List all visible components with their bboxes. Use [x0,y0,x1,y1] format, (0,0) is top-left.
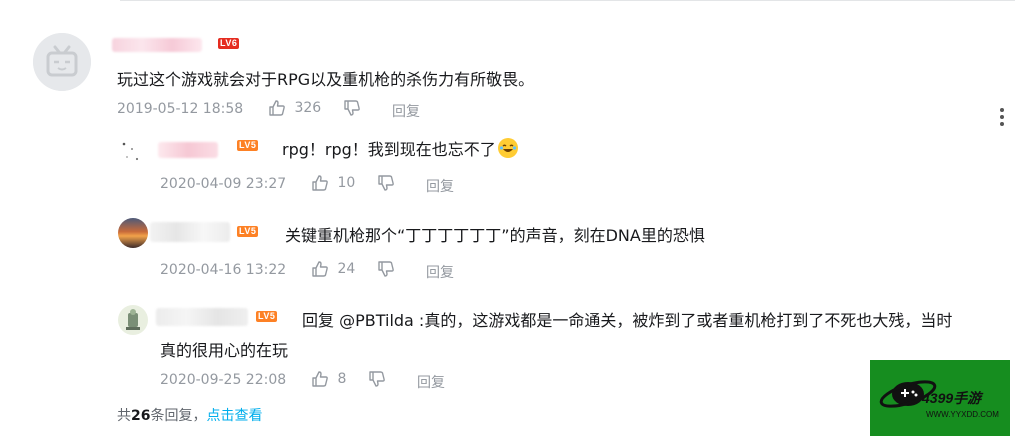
comment-text: 玩过这个游戏就会对于RPG以及重机枪的杀伤力有所敬畏。 [117,70,535,89]
thumbs-down-icon [378,175,394,191]
reply-text-line2: 真的很用心的在玩 [160,341,289,360]
reply-avatar[interactable] [118,305,148,335]
reply-username[interactable] [158,142,218,158]
thumbs-down-icon [369,371,385,387]
reply-count-footer: 共26条回复，点击查看 [117,408,263,424]
level-badge: LV5 [256,311,278,322]
avatar[interactable] [33,33,91,91]
more-options-icon[interactable] [999,108,1005,128]
reply-text-line1: 回复 @PBTilda :真的，这游戏都是一命通关，被炸到了或者重机枪打到了不死… [302,311,953,330]
reply-count: 26 [131,408,151,424]
like-count: 24 [337,261,356,277]
dislike-button[interactable] [377,174,395,192]
reply-date: 2020-04-16 13:22 [160,262,287,278]
like-count: 326 [294,100,322,116]
reply-date: 2020-04-09 23:27 [160,176,287,192]
top-divider [120,0,1015,1]
reply-text: 关键重机枪那个“丁丁丁丁丁丁”的声音，刻在DNA里的恐惧 [285,226,705,245]
like-count: 10 [337,175,356,191]
thumbs-up-icon [269,100,285,116]
like-button[interactable]: 10 [311,174,355,192]
like-button[interactable]: 8 [311,370,346,388]
reply-username[interactable] [156,308,248,326]
reply-button[interactable]: 回复 [426,176,454,196]
watermark-url: WWW.YYXDD.COM [926,410,999,419]
username[interactable] [112,38,202,52]
view-replies-link[interactable]: 点击查看 [206,408,262,424]
comment-meta: 2019-05-12 18:58 [117,101,243,121]
thumbs-up-icon [312,261,328,277]
reply-button[interactable]: 回复 [392,101,420,121]
reply-avatar[interactable] [118,135,148,165]
reply-button[interactable]: 回复 [417,372,445,392]
level-badge: LV5 [237,226,259,237]
reply-username[interactable] [150,222,230,242]
reply-avatar[interactable] [118,218,148,248]
reply-button[interactable]: 回复 [426,262,454,282]
watermark-logo: 4399手游 WWW.YYXDD.COM [870,360,1010,436]
level-badge: LV5 [237,140,259,151]
level-badge: LV6 [218,38,240,49]
reply-text: rpg！rpg！我到现在也忘不了 [282,136,518,160]
like-button[interactable]: 24 [311,260,355,278]
thumbs-down-icon [378,261,394,277]
comment-date: 2019-05-12 18:58 [117,101,244,117]
dislike-button[interactable] [368,370,386,388]
tv-mascot-icon [33,33,91,91]
thumbs-up-icon [312,175,328,191]
like-count: 8 [337,371,347,387]
like-button[interactable]: 326 [268,99,321,117]
watermark-brand: 4399手游 [922,390,982,406]
laughing-emoji-icon [497,138,518,158]
dislike-button[interactable] [377,260,395,278]
dislike-button[interactable] [343,99,361,117]
thumbs-up-icon [312,371,328,387]
reply-date: 2020-09-25 22:08 [160,372,287,388]
thumbs-down-icon [344,100,360,116]
